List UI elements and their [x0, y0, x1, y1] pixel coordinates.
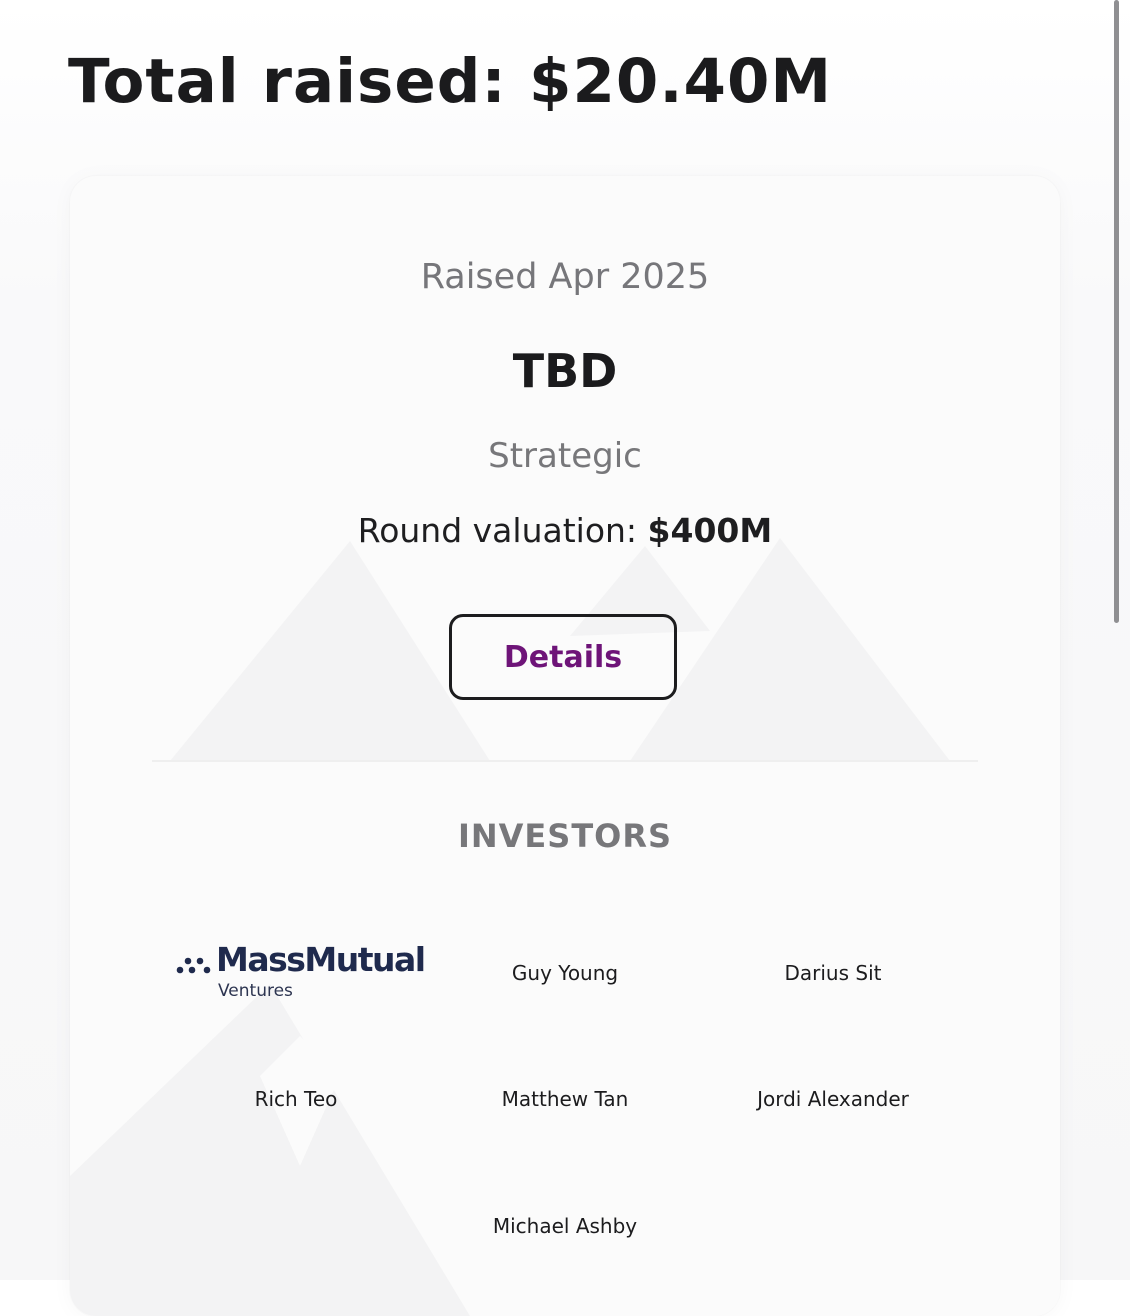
- investor-item[interactable]: Michael Ashby: [431, 1213, 699, 1239]
- massmutual-dots-logo-icon: [176, 957, 211, 974]
- investors-heading: INVESTORS: [457, 817, 673, 855]
- funding-round-card: Raised Apr 2025 TBD Strategic Round valu…: [70, 176, 1060, 1316]
- round-type: Strategic: [488, 436, 642, 476]
- investor-item[interactable]: Matthew Tan: [431, 1086, 699, 1112]
- valuation-value: $400M: [647, 511, 773, 550]
- details-button[interactable]: Details: [449, 614, 677, 700]
- investor-item[interactable]: Jordi Alexander: [699, 1086, 967, 1112]
- section-divider: [152, 760, 978, 762]
- investor-item[interactable]: Rich Teo: [162, 1086, 430, 1112]
- investor-item[interactable]: Guy Young: [431, 960, 699, 986]
- scrollbar-thumb[interactable]: [1114, 0, 1119, 623]
- page-scrollbar[interactable]: [1114, 0, 1130, 1280]
- investor-item[interactable]: Darius Sit: [699, 960, 967, 986]
- investor-logo-massmutual[interactable]: MassMutual Ventures: [174, 940, 426, 1004]
- massmutual-subtitle: Ventures: [218, 981, 293, 1001]
- total-raised-heading: Total raised: $20.40M: [68, 46, 833, 117]
- round-valuation: Round valuation: $400M: [70, 509, 1060, 553]
- round-date: Raised Apr 2025: [420, 257, 710, 297]
- massmutual-wordmark: MassMutual: [216, 940, 426, 979]
- valuation-label: Round valuation:: [357, 511, 638, 550]
- round-name: TBD: [512, 344, 618, 398]
